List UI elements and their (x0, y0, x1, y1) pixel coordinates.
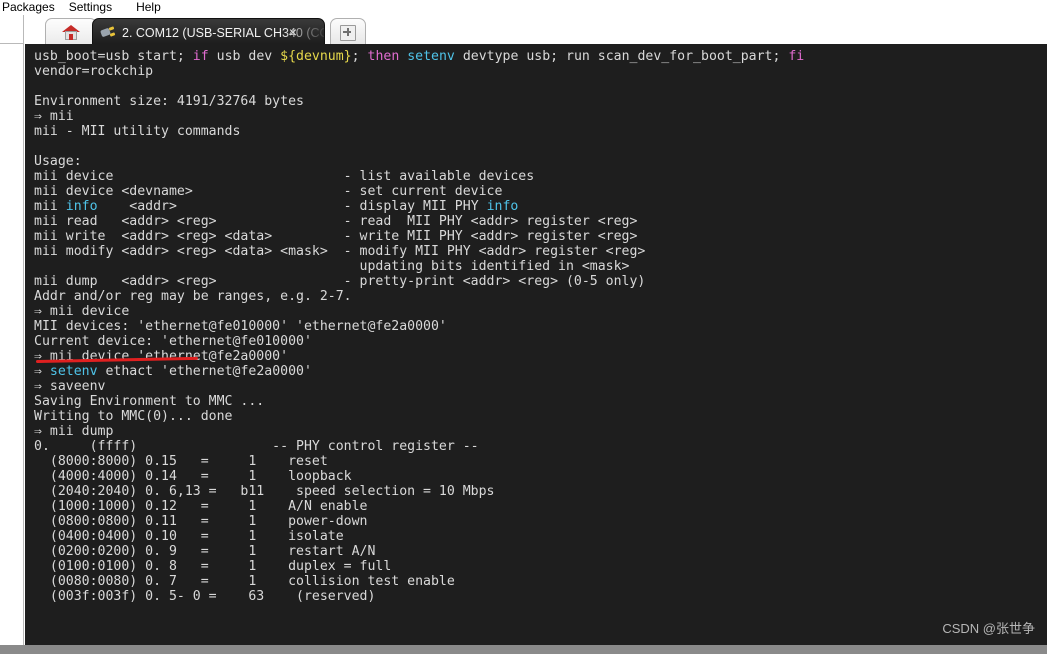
terminal-line: Writing to MMC(0)... done (34, 409, 233, 424)
terminal-line: Current device: 'ethernet@fe010000' (34, 334, 312, 349)
terminal-line: mii - MII utility commands (34, 124, 241, 139)
terminal-line: (0200:0200) 0. 9 = 1 restart A/N (34, 544, 376, 559)
tab-serial-com12[interactable]: 2. COM12 (USB-SERIAL CH340 (COM12)) × (92, 18, 325, 46)
tab-home[interactable] (45, 18, 97, 46)
terminal-line: ⇒ saveenv (34, 379, 106, 394)
terminal-line: ⇒ setenv ethact 'ethernet@fe2a0000' (34, 364, 312, 379)
terminal-line: (0080:0080) 0. 7 = 1 collision test enab… (34, 574, 455, 589)
bottom-bar (0, 645, 1047, 654)
menu-item-packages[interactable]: Packages (2, 0, 55, 15)
menu-item-help[interactable]: Help (136, 0, 161, 15)
terminal-line: (0100:0100) 0. 8 = 1 duplex = full (34, 559, 392, 574)
terminal-line: MII devices: 'ethernet@fe010000' 'ethern… (34, 319, 447, 334)
menu-bar: Packages Settings Help (0, 0, 1047, 15)
terminal-line: (2040:2040) 0. 6,13 = b11 speed selectio… (34, 484, 495, 499)
terminal-line: mii read <addr> <reg> - read MII PHY <ad… (34, 214, 638, 229)
new-tab-button[interactable] (330, 18, 366, 46)
plug-icon (100, 26, 116, 39)
terminal-line: mii device - list available devices (34, 169, 535, 184)
terminal-line: ⇒ mii (34, 109, 74, 124)
terminal-line: (8000:8000) 0.15 = 1 reset (34, 454, 328, 469)
terminal-line: (003f:003f) 0. 5- 0 = 63 (reserved) (34, 589, 376, 604)
terminal-line: Saving Environment to MMC ... (34, 394, 265, 409)
terminal-line: Usage: (34, 154, 82, 169)
terminal-line: Environment size: 4191/32764 bytes (34, 94, 304, 109)
terminal-lines: usb_boot=usb start; if usb dev ${devnum}… (34, 49, 1047, 645)
terminal-line: mii write <addr> <reg> <data> - write MI… (34, 229, 638, 244)
terminal-line: updating bits identified in <mask> (34, 259, 630, 274)
terminal-line: mii info <addr> - display MII PHY info (34, 199, 519, 214)
terminal-line: Addr and/or reg may be ranges, e.g. 2-7. (34, 289, 352, 304)
terminal-line: mii device <devname> - set current devic… (34, 184, 503, 199)
terminal-line: usb_boot=usb start; if usb dev ${devnum}… (34, 49, 805, 64)
terminal-line: 0. (ffff) -- PHY control register -- (34, 439, 479, 454)
terminal-line: (0400:0400) 0.10 = 1 isolate (34, 529, 344, 544)
close-icon[interactable]: × (286, 25, 300, 39)
terminal-line: (0800:0800) 0.11 = 1 power-down (34, 514, 368, 529)
home-icon (62, 24, 80, 41)
terminal-line: mii dump <addr> <reg> - pretty-print <ad… (34, 274, 646, 289)
tab-strip-left-stub (0, 15, 24, 44)
terminal-line: vendor=rockchip (34, 64, 154, 79)
terminal-line: ⇒ mii device (34, 304, 130, 319)
watermark: CSDN @张世争 (942, 621, 1035, 636)
tab-strip: 2. COM12 (USB-SERIAL CH340 (COM12)) × (0, 15, 1047, 46)
terminal-line: ⇒ mii dump (34, 424, 114, 439)
menu-item-settings[interactable]: Settings (69, 0, 112, 15)
terminal-line: mii modify <addr> <reg> <data> <mask> - … (34, 244, 646, 259)
plus-icon (340, 24, 356, 41)
left-sidebar (0, 44, 24, 645)
terminal-output-pane[interactable]: usb_boot=usb start; if usb dev ${devnum}… (25, 44, 1047, 645)
terminal-line: (4000:4000) 0.14 = 1 loopback (34, 469, 352, 484)
terminal-line: (1000:1000) 0.12 = 1 A/N enable (34, 499, 368, 514)
